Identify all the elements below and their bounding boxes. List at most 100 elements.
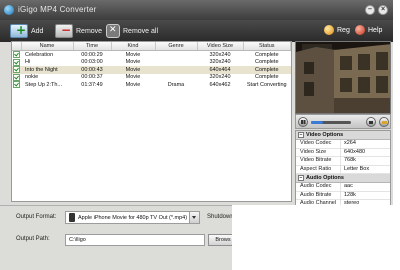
help-button[interactable]: Help	[355, 25, 382, 35]
cell-kind: Movie	[125, 51, 141, 58]
cell-time: 01:37:49	[81, 81, 103, 88]
table-row-selected[interactable]: Into the Night 00:00:43 Movie 640x464 Co…	[12, 66, 291, 74]
playback-controls	[295, 114, 391, 129]
folder-icon[interactable]	[379, 117, 389, 127]
cell-kind: Movie	[125, 74, 141, 81]
output-path-label: Output Path:	[16, 236, 50, 242]
audio-options-title: Audio Options	[306, 175, 344, 181]
cell-video-size: 320x240	[209, 74, 231, 81]
snapshot-icon[interactable]	[366, 117, 376, 127]
cell-genre	[155, 74, 197, 82]
cell-name: Hi	[25, 59, 31, 66]
column-header-genre[interactable]: Genre	[155, 42, 198, 51]
cell-genre	[155, 51, 197, 59]
shutdown-label[interactable]: Shutdown	[207, 214, 234, 220]
help-label: Help	[368, 26, 383, 34]
reg-label: Reg	[337, 26, 350, 34]
cell-video-size: 320x240	[209, 59, 231, 66]
cell-status: Start Converting	[246, 81, 287, 88]
add-button[interactable]: Add	[10, 23, 44, 38]
option-value[interactable]: x264	[341, 140, 356, 148]
row-checkbox[interactable]	[13, 58, 20, 66]
option-row[interactable]: Aspect Ratio Letter Box	[296, 165, 390, 174]
add-label: Add	[31, 27, 44, 35]
cell-status: Complete	[254, 74, 279, 81]
option-row[interactable]: Video Bitrate 768k	[296, 157, 390, 166]
column-header-check[interactable]	[12, 42, 22, 51]
option-value[interactable]: 128k	[341, 192, 356, 200]
cell-video-size: 640x462	[209, 81, 231, 88]
table-header-row: Name Time Kind Genre Video Size Status	[12, 42, 291, 51]
option-value[interactable]: 768k	[341, 157, 356, 165]
cell-kind: Movie	[125, 81, 141, 88]
column-header-time[interactable]: Time	[73, 42, 112, 51]
options-panel: − Video Options Video Codec x264 Video Si…	[295, 130, 391, 210]
key-icon	[324, 25, 334, 35]
cell-kind: Movie	[125, 59, 141, 66]
collapse-icon[interactable]: −	[298, 132, 304, 138]
audio-options-header[interactable]: − Audio Options	[296, 174, 390, 183]
cell-time: 00:03:00	[81, 59, 103, 66]
table-row[interactable]: Step Up 2:Th... 01:37:49 Movie Drama 640…	[12, 81, 291, 89]
option-key: Video Codec	[296, 140, 341, 148]
minimize-icon[interactable]: –	[365, 5, 375, 15]
preview-frame-image	[296, 42, 390, 113]
chevron-down-icon[interactable]	[189, 212, 199, 223]
help-icon	[355, 25, 365, 35]
cell-kind: Movie	[111, 66, 155, 74]
file-list[interactable]: Name Time Kind Genre Video Size Status C…	[11, 41, 292, 202]
cell-genre: Drama	[167, 81, 185, 88]
option-value[interactable]: 640x480	[341, 149, 365, 157]
table-row[interactable]: Celebration 00:00:29 Movie 320x240 Compl…	[12, 51, 291, 59]
row-checkbox[interactable]	[13, 66, 20, 74]
close-icon[interactable]: ×	[378, 5, 388, 15]
option-value[interactable]: aac	[341, 183, 353, 191]
option-row[interactable]: Audio Codec aac	[296, 183, 390, 192]
column-header-name[interactable]: Name	[21, 42, 74, 51]
video-preview[interactable]	[295, 41, 391, 114]
output-format-label: Output Format:	[16, 214, 57, 220]
remove-all-label: Remove all	[123, 27, 159, 35]
column-header-kind[interactable]: Kind	[111, 42, 156, 51]
cell-name: Step Up 2:Th...	[25, 81, 62, 88]
option-key: Audio Codec	[296, 183, 341, 191]
option-key: Aspect Ratio	[296, 165, 341, 173]
option-key: Video Bitrate	[296, 157, 341, 165]
output-path-field[interactable]: C:\lligo	[65, 234, 205, 246]
cell-status: Complete	[254, 59, 279, 66]
column-header-status[interactable]: Status	[243, 42, 291, 51]
remove-all-button[interactable]: Remove all	[106, 24, 158, 38]
table-row[interactable]: Hi 00:03:00 Movie 320x240 Complete	[12, 58, 291, 67]
table-row[interactable]: nokie 00:00:37 Movie 320x240 Complete	[12, 73, 291, 82]
cell-genre	[155, 66, 197, 74]
remove-button[interactable]: Remove	[55, 23, 102, 38]
title-bar: iGigo MP4 Converter – ×	[0, 0, 393, 20]
cell-time: 00:00:43	[73, 66, 111, 74]
output-format-select[interactable]: Apple iPhone Movie for 480p TV Out (*.mp…	[65, 211, 200, 224]
row-checkbox[interactable]	[13, 81, 20, 89]
add-file-icon	[10, 23, 28, 38]
pause-icon[interactable]	[298, 117, 308, 127]
remove-file-icon	[55, 23, 73, 38]
option-value[interactable]: Letter Box	[341, 166, 369, 174]
option-row[interactable]: Video Codec x264	[296, 140, 390, 149]
cell-status: Complete	[254, 51, 279, 58]
option-row[interactable]: Audio Bitrate 128k	[296, 191, 390, 200]
option-row[interactable]: Video Size 640x480	[296, 148, 390, 157]
remove-all-icon	[106, 24, 120, 38]
row-checkbox[interactable]	[13, 73, 20, 81]
app-logo-icon	[4, 5, 14, 15]
seek-slider[interactable]	[311, 121, 351, 124]
video-options-header[interactable]: − Video Options	[296, 131, 390, 140]
reg-button[interactable]: Reg	[324, 25, 350, 35]
cell-name: Into the Night	[21, 66, 73, 74]
window-title: iGigo MP4 Converter	[18, 5, 97, 14]
row-checkbox[interactable]	[13, 51, 20, 59]
column-header-video-size[interactable]: Video Size	[197, 42, 244, 51]
collapse-icon[interactable]: −	[298, 175, 304, 181]
option-key: Video Size	[296, 148, 341, 156]
cell-name: nokie	[25, 74, 39, 81]
cell-time: 00:00:37	[81, 74, 103, 81]
iphone-icon	[69, 213, 75, 222]
cell-video-size: 640x464	[197, 66, 243, 74]
